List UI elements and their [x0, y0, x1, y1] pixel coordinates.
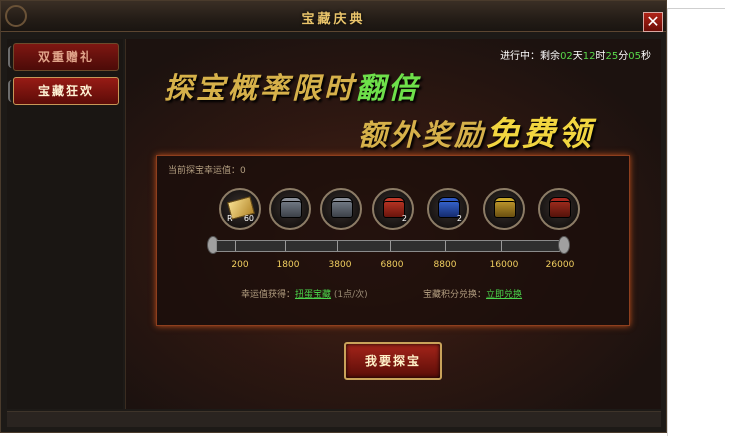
treasure-hunt-button[interactable]: 我要探宝 [344, 342, 442, 380]
bar-tick [501, 241, 502, 251]
bar-tick [235, 241, 236, 251]
window-titlebar: 宝藏庆典 ✕ [1, 1, 666, 32]
reward-chest-1[interactable] [269, 188, 311, 230]
days-unit: 天 [572, 51, 583, 62]
luck-gain-info: 幸运值获得：扭蛋宝藏 (1点/次) [241, 287, 368, 300]
slogan-1-text: 探宝概率限时 [164, 71, 357, 105]
reward-chest-3[interactable]: 2 [372, 188, 414, 230]
silver-chest-icon [331, 201, 353, 218]
tab-hook-icon [8, 46, 16, 68]
close-button[interactable]: ✕ [643, 12, 663, 32]
hours-unit: 时 [595, 51, 606, 62]
bar-tick [337, 241, 338, 251]
treasure-celebration-window: 宝藏庆典 ✕ 双重赠礼 宝藏狂欢 进行中：剩余02天12时25分05秒 探宝概率… [0, 0, 667, 433]
sidebar-item-double-gift[interactable]: 双重赠礼 [8, 43, 119, 71]
sidebar: 双重赠礼 宝藏狂欢 [7, 39, 123, 409]
milestone-value: 8800 [433, 260, 457, 270]
points-exchange-label: 宝藏积分兑换： [423, 290, 487, 300]
hours-value: 12 [582, 51, 596, 62]
reward-chest-2[interactable] [320, 188, 362, 230]
slogan-line-1: 探宝概率限时翻倍 [164, 65, 420, 107]
outer-divider [667, 8, 725, 9]
reward-count: 60 [243, 214, 254, 223]
sidebar-item-treasure-carnival[interactable]: 宝藏狂欢 [8, 77, 119, 105]
bar-tick [285, 241, 286, 251]
sidebar-item-label: 双重赠礼 [37, 50, 94, 64]
slogan-2-text: 额外奖励 [358, 118, 487, 152]
milestone-value: 3800 [328, 260, 352, 270]
reward-chest-5[interactable] [483, 188, 525, 230]
exchange-now-link[interactable]: 立即兑换 [486, 290, 522, 300]
reward-count-left: R [227, 214, 233, 223]
bottom-bar [7, 411, 661, 427]
luck-label-text: 当前探宝幸运值： [168, 166, 241, 176]
seconds-value: 05 [628, 51, 641, 62]
crimson-chest-icon [549, 201, 571, 218]
slogan-2-highlight: 免费领 [486, 114, 595, 153]
luck-progress-bar [216, 240, 560, 252]
progress-cap-right-icon [558, 236, 570, 254]
tab-hook-icon [8, 80, 16, 102]
reward-chest-6[interactable] [538, 188, 580, 230]
milestone-value: 200 [231, 260, 249, 270]
outer-vertical-divider [667, 8, 668, 436]
silver-chest-icon [280, 201, 302, 218]
window-title: 宝藏庆典 [301, 12, 366, 27]
bar-tick [445, 241, 446, 251]
points-exchange-info: 宝藏积分兑换：立即兑换 [423, 287, 522, 300]
seconds-unit: 秒 [641, 51, 651, 62]
luck-value-label: 当前探宝幸运值：0 [168, 163, 246, 176]
luck-gain-label: 幸运值获得： [241, 290, 296, 300]
minutes-unit: 分 [618, 51, 629, 62]
luck-value: 0 [240, 166, 246, 176]
reward-count: 2 [456, 214, 462, 223]
reward-scroll[interactable]: R 60 [219, 188, 261, 230]
luck-gain-rate: (1点/次) [333, 290, 368, 300]
milestone-value: 1800 [276, 260, 300, 270]
countdown-status: 进行中：剩余02天12时25分05秒 [500, 47, 651, 62]
gold-chest-icon [494, 201, 516, 218]
slogan-1-highlight: 翻倍 [356, 71, 421, 105]
bar-tick [390, 241, 391, 251]
milestone-value: 16000 [489, 260, 519, 270]
milestone-value: 26000 [545, 260, 575, 270]
days-value: 02 [560, 51, 573, 62]
reward-chest-4[interactable]: 2 [427, 188, 469, 230]
minutes-value: 25 [605, 51, 619, 62]
status-prefix: 进行中：剩余 [500, 51, 561, 62]
gacha-treasure-link[interactable]: 扭蛋宝藏 [295, 290, 331, 300]
main-panel: 进行中：剩余02天12时25分05秒 探宝概率限时翻倍 额外奖励免费领 当前探宝… [125, 39, 661, 409]
sidebar-item-label: 宝藏狂欢 [37, 84, 94, 98]
luck-progress-panel: 当前探宝幸运值：0 R 60 2 2 200 1800 3800 6800 88… [156, 155, 630, 326]
slogan-line-2: 额外奖励免费领 [358, 107, 594, 155]
reward-count: 2 [401, 214, 407, 223]
milestone-value: 6800 [380, 260, 404, 270]
